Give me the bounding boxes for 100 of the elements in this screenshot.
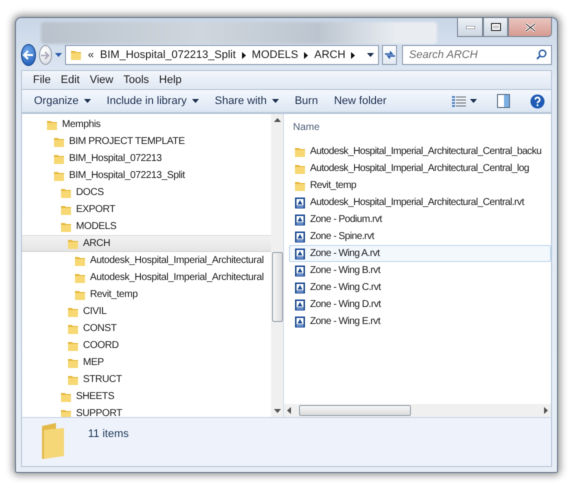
caret-icon	[84, 99, 91, 103]
back-arrow-icon	[22, 50, 34, 60]
list-entry[interactable]: Zone - Wing A.rvt	[289, 245, 551, 262]
command-button[interactable]: New folder	[328, 95, 393, 107]
tree-entry[interactable]: BIM_Hospital_072213	[22, 150, 271, 167]
refresh-button[interactable]	[382, 45, 397, 65]
list-entry[interactable]: Autodesk_Hospital_Imperial_Architectural_Central.rvt	[289, 194, 551, 211]
address-bar[interactable]: « BIM_Hospital_072213_Split MODELS ARCH	[64, 45, 380, 65]
close-button[interactable]	[508, 18, 552, 37]
folder-icon	[53, 152, 65, 164]
menu-item[interactable]: File	[28, 74, 56, 86]
document-icon	[294, 214, 306, 226]
tree-entry[interactable]: MEP	[22, 354, 271, 371]
preview-pane-icon[interactable]	[497, 94, 510, 108]
document-icon	[294, 298, 306, 310]
minimize-button[interactable]	[457, 18, 483, 37]
document-icon	[294, 264, 306, 276]
view-options-icon[interactable]	[452, 96, 466, 106]
folder-icon	[60, 204, 72, 216]
folder-icon	[74, 254, 86, 266]
vertical-scrollbar[interactable]	[271, 114, 283, 417]
help-icon[interactable]	[530, 94, 545, 108]
scrollbar-thumb[interactable]	[272, 252, 282, 322]
folder-icon	[60, 186, 72, 198]
tree-entry[interactable]: DOCS	[22, 184, 271, 201]
folder-icon	[60, 220, 72, 232]
caret-icon	[192, 99, 199, 103]
command-button[interactable]: Organize	[28, 95, 97, 107]
list-entry[interactable]: Revit_temp	[289, 177, 551, 194]
tree-entry[interactable]: CONST	[22, 320, 271, 337]
chevron-icon	[242, 52, 246, 58]
folder-icon	[60, 408, 72, 417]
scroll-left-icon[interactable]	[287, 407, 291, 414]
folder-icon	[67, 306, 79, 318]
folder-icon	[67, 322, 79, 334]
folder-icon	[294, 180, 306, 192]
item-count: 11 items	[88, 428, 129, 440]
list-entry[interactable]: Autodesk_Hospital_Imperial_Architectural_Central_log	[289, 160, 551, 177]
search-field[interactable]: Search ARCH	[402, 45, 552, 65]
list-entry[interactable]: Zone - Podium.rvt	[289, 211, 551, 228]
tree-entry[interactable]: ARCH	[22, 235, 271, 252]
list-entry[interactable]: Zone - Wing E.rvt	[289, 313, 551, 330]
folder-icon	[46, 118, 58, 130]
menu-item[interactable]: Tools	[118, 74, 154, 86]
folder-icon	[74, 272, 86, 284]
folder-icon	[67, 356, 79, 368]
folder-icon	[60, 390, 72, 402]
dropdown-icon[interactable]	[54, 53, 62, 57]
tree-entry[interactable]: BIM_Hospital_072213_Split	[22, 167, 271, 184]
maximize-button[interactable]	[483, 18, 508, 37]
folder-icon	[70, 49, 82, 61]
menu-item[interactable]: Help	[154, 74, 187, 86]
command-button[interactable]: Include in library	[100, 95, 205, 107]
command-button[interactable]: Share with	[208, 95, 285, 107]
document-icon	[294, 196, 306, 208]
folder-icon	[74, 288, 86, 300]
search-icon[interactable]	[536, 49, 547, 60]
menu-item[interactable]: View	[84, 74, 118, 86]
tree-entry[interactable]: CIVIL	[22, 303, 271, 320]
scroll-up-icon[interactable]	[274, 118, 280, 122]
maximize-icon	[490, 23, 500, 31]
tree-entry[interactable]: Autodesk_Hospital_Imperial_Architectural	[22, 269, 271, 286]
list-entry[interactable]: Zone - Wing C.rvt	[289, 279, 551, 296]
scroll-down-icon[interactable]	[274, 409, 280, 413]
tree-entry[interactable]: STRUCT	[22, 371, 271, 388]
tree-entry[interactable]: EXPORT	[22, 201, 271, 218]
scroll-right-icon[interactable]	[544, 407, 548, 414]
tree-entry[interactable]: SHEETS	[22, 388, 271, 405]
document-icon	[294, 282, 306, 294]
document-icon	[294, 248, 306, 260]
tree-entry[interactable]: MODELS	[22, 218, 271, 235]
caret-icon	[272, 99, 279, 103]
tree-entry[interactable]: Memphis	[22, 116, 271, 133]
chevron-icon	[304, 52, 308, 58]
document-icon	[294, 230, 306, 242]
forward-arrow-icon	[40, 50, 50, 60]
caret-icon	[470, 99, 477, 103]
folder-icon	[67, 374, 79, 386]
folder-icon	[67, 340, 79, 352]
folder-icon	[53, 136, 65, 148]
list-entry[interactable]: Autodesk_Hospital_Imperial_Architectural_Central_backu	[289, 143, 551, 160]
list-entry[interactable]: Zone - Wing B.rvt	[289, 262, 551, 279]
folder-icon	[294, 162, 306, 174]
tree-entry[interactable]: Revit_temp	[22, 286, 271, 303]
folder-icon	[294, 146, 306, 158]
refresh-icon	[384, 50, 396, 60]
list-entry[interactable]: Zone - Wing D.rvt	[289, 296, 551, 313]
horizontal-scrollbar[interactable]	[284, 404, 551, 417]
command-button[interactable]: Burn	[288, 95, 324, 107]
folder-icon	[40, 422, 66, 460]
scrollbar-thumb[interactable]	[299, 405, 411, 416]
list-entry[interactable]: Zone - Spine.rvt	[289, 228, 551, 245]
name-column-header[interactable]: Name	[289, 118, 551, 143]
folder-icon	[67, 238, 79, 250]
tree-entry[interactable]: Autodesk_Hospital_Imperial_Architectural	[22, 252, 271, 269]
back-button[interactable]	[21, 44, 36, 66]
tree-entry[interactable]: COORD	[22, 337, 271, 354]
close-icon	[524, 22, 536, 32]
menu-item[interactable]: Edit	[56, 74, 85, 86]
tree-entry[interactable]: BIM PROJECT TEMPLATE	[22, 133, 271, 150]
